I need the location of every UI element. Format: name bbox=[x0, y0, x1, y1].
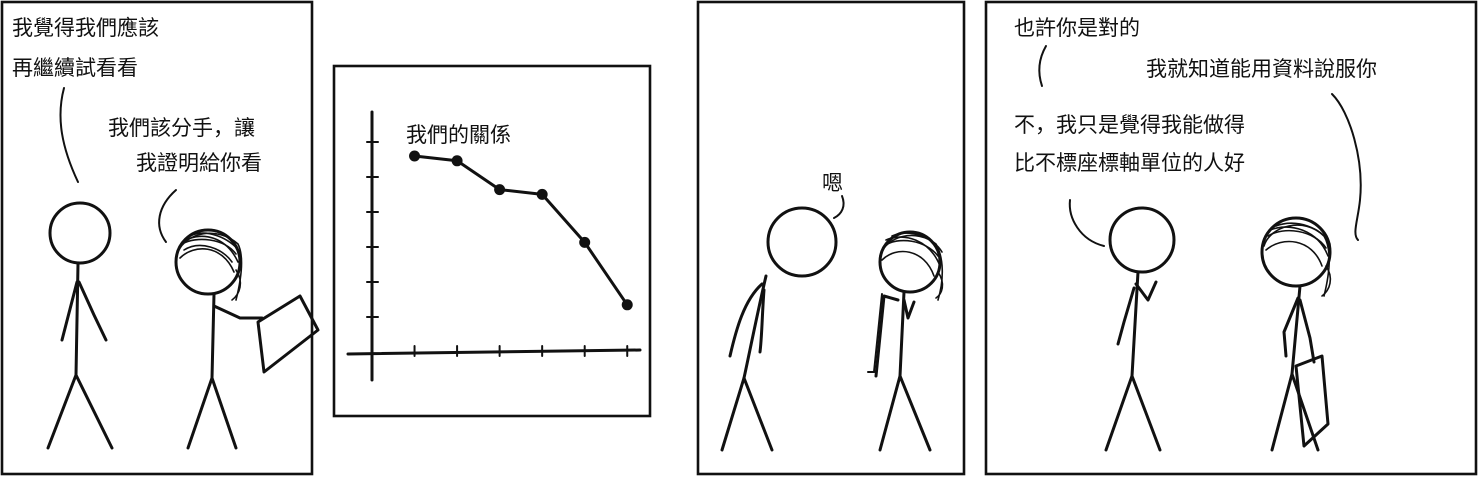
speech-no-line-1: 不，我只是覺得我能做得 bbox=[1014, 113, 1245, 137]
panel-2-frame bbox=[332, 64, 652, 418]
data-point-6 bbox=[621, 299, 633, 311]
panel-2: 我們的關係 bbox=[332, 64, 652, 418]
panel-3: 嗯 bbox=[696, 0, 966, 476]
data-point-3 bbox=[494, 184, 506, 196]
chart-title: 我們的關係 bbox=[406, 123, 511, 147]
data-point-4 bbox=[536, 188, 548, 200]
data-point-1 bbox=[409, 150, 421, 162]
data-point-2 bbox=[451, 155, 463, 167]
speech-knew-data: 我就知道能用資料說服你 bbox=[1146, 57, 1377, 81]
speech-hmm: 嗯 bbox=[822, 171, 843, 195]
comic-strip: 我覺得我們應該 再繼續試看看 我們該分手，讓 我證明給你看 我們的關係 嗯 也許… bbox=[0, 0, 1478, 476]
speech-maybe-right: 也許你是對的 bbox=[1014, 16, 1140, 40]
panel-4: 也許你是對的 我就知道能用資料說服你 不，我只是覺得我能做得 比不標座標軸單位的… bbox=[984, 0, 1478, 476]
panel-1: 我覺得我們應該 再繼續試看看 我們該分手，讓 我證明給你看 bbox=[0, 0, 320, 476]
speech-right-line-1: 我們該分手，讓 bbox=[108, 116, 255, 140]
speech-right-line-2: 我證明給你看 bbox=[136, 151, 262, 175]
speech-left-line-2: 再繼續試看看 bbox=[12, 56, 138, 80]
speech-no-line-2: 比不標座標軸單位的人好 bbox=[1014, 151, 1245, 175]
data-point-5 bbox=[579, 236, 591, 248]
speech-left-line-1: 我覺得我們應該 bbox=[12, 16, 159, 40]
